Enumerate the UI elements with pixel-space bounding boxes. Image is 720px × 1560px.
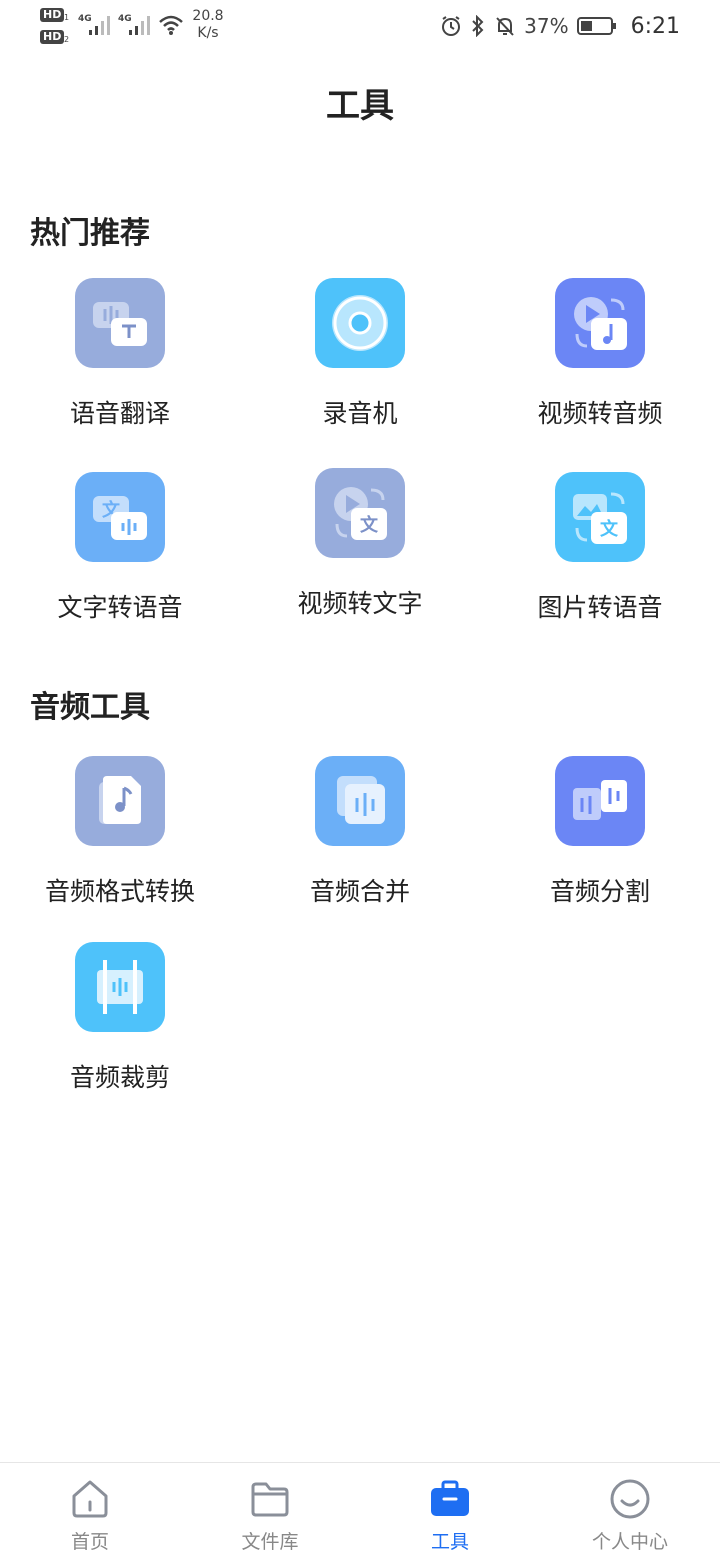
tool-label: 音频裁剪 xyxy=(69,1063,170,1092)
audio-split-icon xyxy=(555,756,645,846)
folder-icon xyxy=(251,1482,289,1517)
profile-smile-icon xyxy=(610,1479,650,1519)
tool-audio-trim[interactable]: 音频裁剪 xyxy=(20,942,220,1094)
tool-label: 音频合并 xyxy=(309,877,410,906)
nav-label-tools: 工具 xyxy=(430,1531,469,1553)
image-to-speech-icon: 文 xyxy=(555,472,645,562)
network-speed-unit: K/s xyxy=(197,25,219,41)
tool-label: 音频格式转换 xyxy=(44,877,195,906)
tool-label: 语音翻译 xyxy=(69,399,170,428)
tool-video-to-text[interactable]: 文 视频转文字 xyxy=(260,468,460,620)
hd-badge-1-index: 1 xyxy=(64,13,70,22)
network-speed: 20.8 K/s xyxy=(190,8,226,42)
nav-label-profile: 个人中心 xyxy=(591,1531,668,1553)
svg-text:文: 文 xyxy=(360,514,379,536)
tool-audio-format-convert[interactable]: 音频格式转换 xyxy=(20,756,220,908)
audio-format-convert-icon xyxy=(75,756,165,846)
section-title-hot: 热门推荐 xyxy=(30,216,150,251)
tool-label: 音频分割 xyxy=(549,877,650,906)
voice-translate-icon xyxy=(75,278,165,368)
tool-recorder[interactable]: 录音机 xyxy=(260,278,460,430)
tool-video-to-audio[interactable]: 视频转音频 xyxy=(500,278,700,430)
page-title: 工具 xyxy=(326,86,394,126)
nav-label-file-library: 文件库 xyxy=(241,1531,299,1553)
tool-label: 视频转文字 xyxy=(297,589,423,618)
nav-item-home[interactable]: 首页 xyxy=(30,1477,150,1554)
hd-badge-2-index: 2 xyxy=(64,35,70,44)
recorder-icon xyxy=(315,278,405,368)
nav-item-profile[interactable]: 个人中心 xyxy=(570,1477,690,1554)
battery-icon xyxy=(576,17,616,35)
tool-label: 录音机 xyxy=(322,399,398,428)
bluetooth-icon xyxy=(472,15,484,37)
hd-badge-1: HD xyxy=(40,8,65,22)
battery-percent: 37% xyxy=(524,14,569,38)
nav-item-tools[interactable]: 工具 xyxy=(390,1477,510,1554)
home-icon xyxy=(72,1480,108,1518)
text-to-speech-icon: 文 xyxy=(75,472,165,562)
signal-strength-icon xyxy=(89,16,110,35)
tool-image-to-speech[interactable]: 文 图片转语音 xyxy=(500,472,700,624)
bottom-nav: 首页 文件库 工具 个人中心 xyxy=(0,1462,720,1560)
status-time: 6:21 xyxy=(630,13,680,39)
status-bar: HD 1 HD 2 4G 4G 20.8 K/s 37% 6:21 xyxy=(0,0,720,52)
tools-screen: HD 1 HD 2 4G 4G 20.8 K/s 37% 6:21 工具 热门推… xyxy=(0,0,720,1560)
audio-trim-icon xyxy=(75,942,165,1032)
audio-merge-icon xyxy=(315,756,405,846)
video-to-text-icon: 文 xyxy=(315,468,405,558)
toolbox-icon xyxy=(431,1480,469,1516)
hd-badge-2: HD xyxy=(40,30,65,44)
tool-voice-translate[interactable]: 语音翻译 xyxy=(20,278,220,430)
section-title-audio: 音频工具 xyxy=(30,690,150,725)
network-speed-value: 20.8 xyxy=(192,8,224,24)
tool-audio-split[interactable]: 音频分割 xyxy=(500,756,700,908)
tool-label: 图片转语音 xyxy=(537,593,663,622)
wifi-icon xyxy=(159,15,183,35)
signal-strength-2-icon xyxy=(129,16,150,35)
tool-label: 文字转语音 xyxy=(57,593,183,622)
tool-text-to-speech[interactable]: 文 文字转语音 xyxy=(20,472,220,624)
status-right: 37% 6:21 xyxy=(440,6,680,46)
nav-item-file-library[interactable]: 文件库 xyxy=(210,1477,330,1554)
tool-audio-merge[interactable]: 音频合并 xyxy=(260,756,460,908)
mute-bell-icon xyxy=(496,17,514,36)
nav-label-home: 首页 xyxy=(70,1531,109,1553)
svg-text:文: 文 xyxy=(600,518,619,540)
video-to-audio-icon xyxy=(555,278,645,368)
alarm-icon xyxy=(442,16,461,36)
tool-label: 视频转音频 xyxy=(537,399,663,428)
